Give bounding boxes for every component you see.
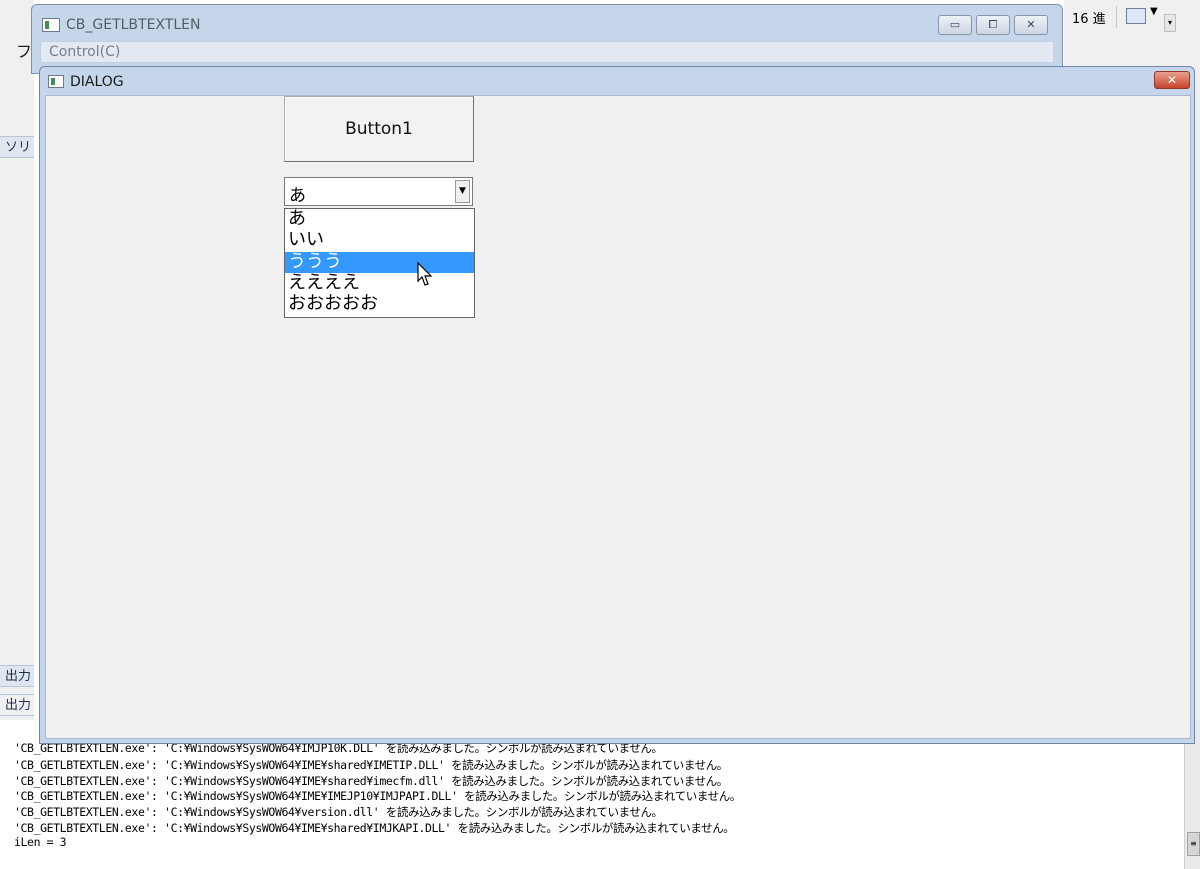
combo-box[interactable]: あ ▼: [284, 177, 473, 206]
menu-bar: Control(C): [40, 41, 1054, 63]
list-item[interactable]: いい: [285, 230, 474, 251]
hex-toggle[interactable]: 16 進: [1072, 8, 1106, 27]
ide-menu-fragment: フ: [16, 42, 33, 61]
mouse-cursor-icon: [417, 262, 433, 286]
parent-close-button[interactable]: ✕: [1014, 15, 1048, 35]
chevron-down-icon[interactable]: ▼: [1150, 6, 1158, 17]
menu-control[interactable]: Control(C): [49, 44, 120, 60]
list-item-selected[interactable]: ううう: [285, 252, 474, 273]
output-panel-header[interactable]: 出力: [0, 665, 34, 687]
button1[interactable]: Button1: [284, 96, 474, 162]
toolbar-separator: [1116, 6, 1117, 28]
output-line: iLen = 3: [14, 835, 67, 849]
parent-window-title: CB_GETLBTEXTLEN: [66, 17, 201, 33]
dialog-client-area: Button1 あ ▼ あ いい ううう ええええ おおおおお: [45, 95, 1191, 739]
parent-window: CB_GETLBTEXTLEN ▭ ⧠ ✕ Control(C): [31, 4, 1063, 74]
list-item[interactable]: あ: [285, 209, 474, 230]
solution-panel-header[interactable]: ソリ: [0, 136, 34, 158]
dialog-app-icon: [48, 75, 64, 88]
window-app-icon: [42, 18, 60, 32]
scrollbar-grip-icon[interactable]: ≡: [1187, 832, 1200, 856]
combo-dropdown-list: あ いい ううう ええええ おおおおお: [284, 208, 475, 318]
toolbar-overflow-icon[interactable]: ▾: [1164, 14, 1176, 32]
minimize-button[interactable]: ▭: [938, 15, 972, 35]
combo-dropdown-button[interactable]: ▼: [455, 180, 470, 203]
ide-toolbar-right: 16 進 ▼ ▾: [1064, 0, 1200, 70]
list-item[interactable]: ええええ: [285, 273, 474, 294]
dialog-close-button[interactable]: ✕: [1154, 71, 1190, 89]
output-line: 'CB_GETLBTEXTLEN.exe': 'C:¥Windows¥SysWO…: [14, 758, 728, 772]
combo-value: あ: [289, 186, 306, 206]
output-line: 'CB_GETLBTEXTLEN.exe': 'C:¥Windows¥SysWO…: [14, 774, 728, 788]
output-line: 'CB_GETLBTEXTLEN.exe': 'C:¥Windows¥SysWO…: [14, 805, 663, 819]
dialog-title: DIALOG: [70, 74, 124, 90]
list-item[interactable]: おおおおお: [285, 294, 474, 315]
maximize-button[interactable]: ⧠: [976, 15, 1010, 35]
output-line: 'CB_GETLBTEXTLEN.exe': 'C:¥Windows¥SysWO…: [14, 821, 735, 835]
output-panel-label: 出力: [0, 694, 34, 716]
breakpoint-window-icon[interactable]: [1126, 8, 1146, 24]
output-line: 'CB_GETLBTEXTLEN.exe': 'C:¥Windows¥SysWO…: [14, 789, 741, 803]
dialog-window: DIALOG ✕ Button1 あ ▼ あ いい ううう ええええ おおおおお: [39, 66, 1195, 744]
